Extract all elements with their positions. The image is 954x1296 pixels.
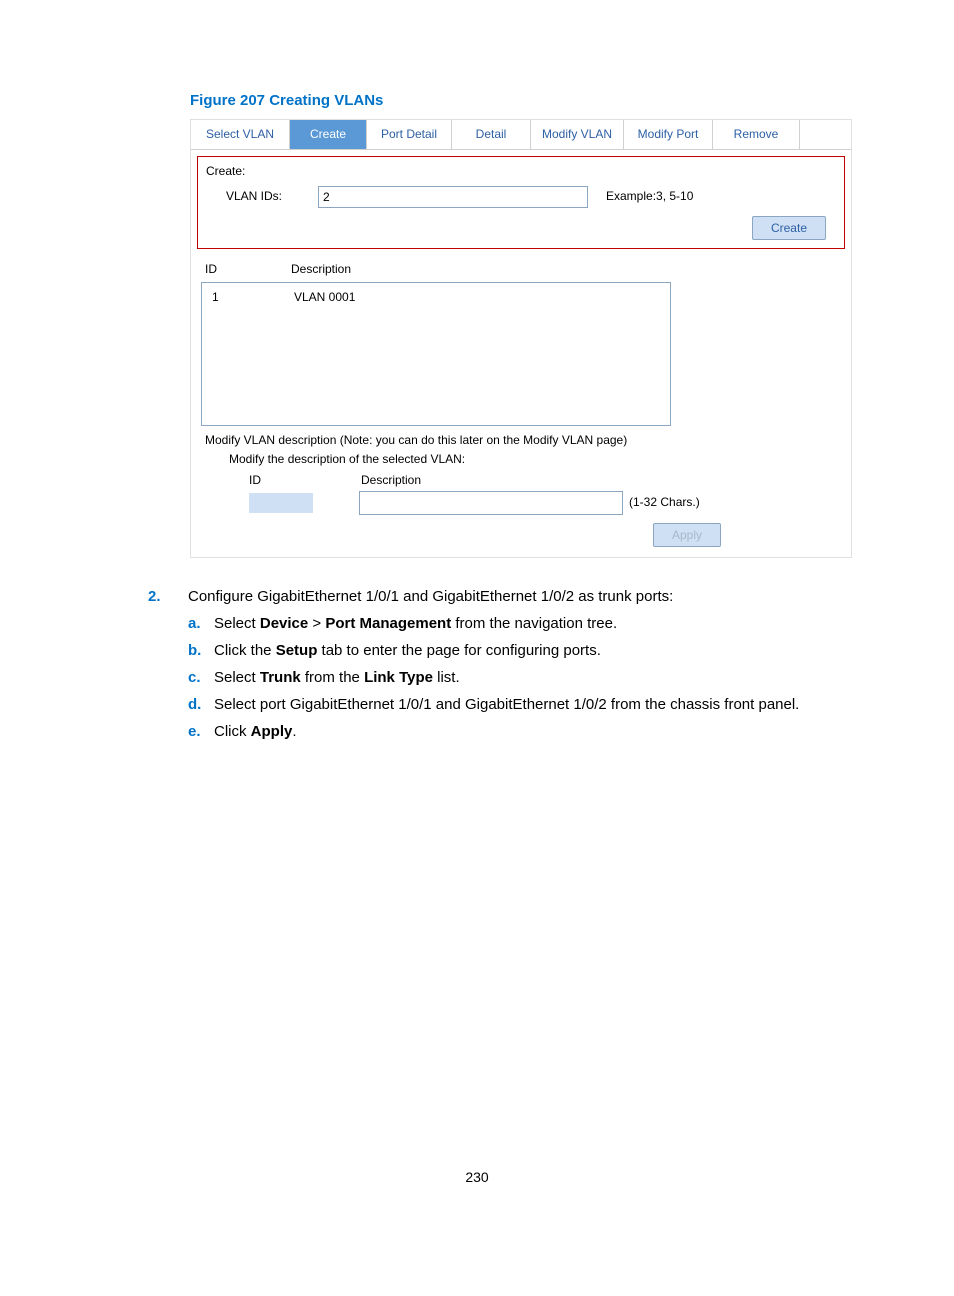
- substep-c-label: c.: [188, 667, 214, 688]
- substep-d-text: Select port GigabitEthernet 1/0/1 and Gi…: [214, 694, 799, 715]
- modify-col-id: ID: [249, 472, 361, 489]
- vlan-row-id: 1: [212, 289, 294, 306]
- step-text: Configure GigabitEthernet 1/0/1 and Giga…: [188, 588, 673, 605]
- tab-select-vlan[interactable]: Select VLAN: [191, 120, 289, 149]
- substep-b-text: Click the Setup tab to enter the page fo…: [214, 640, 601, 661]
- tab-create[interactable]: Create: [289, 120, 366, 149]
- col-id: ID: [205, 261, 291, 278]
- create-box: Create: VLAN IDs: Example:3, 5-10 Create: [197, 156, 845, 250]
- vlan-row-desc: VLAN 0001: [294, 289, 355, 306]
- substep-a-text: Select Device > Port Management from the…: [214, 613, 617, 634]
- tab-modify-port[interactable]: Modify Port: [623, 120, 712, 149]
- substep-e-text: Click Apply.: [214, 721, 297, 742]
- screenshot-panel: Select VLAN Create Port Detail Detail Mo…: [190, 119, 852, 558]
- vlan-ids-label: VLAN IDs:: [226, 188, 306, 205]
- step-number: 2.: [148, 586, 188, 748]
- tab-remove[interactable]: Remove: [712, 120, 799, 149]
- vlan-row[interactable]: 1 VLAN 0001: [212, 289, 660, 306]
- col-description: Description: [291, 261, 837, 278]
- substep-d-label: d.: [188, 694, 214, 715]
- modify-desc-input[interactable]: [359, 491, 623, 515]
- create-button[interactable]: Create: [752, 216, 826, 241]
- tab-modify-vlan[interactable]: Modify VLAN: [530, 120, 623, 149]
- figure-caption: Figure 207 Creating VLANs: [190, 90, 894, 111]
- substep-c-text: Select Trunk from the Link Type list.: [214, 667, 460, 688]
- modify-note: Modify VLAN description (Note: you can d…: [205, 432, 851, 449]
- vlan-ids-hint: Example:3, 5-10: [606, 188, 693, 205]
- modify-note2: Modify the description of the selected V…: [229, 451, 851, 468]
- modify-char-hint: (1-32 Chars.): [629, 494, 700, 511]
- tab-port-detail[interactable]: Port Detail: [366, 120, 451, 149]
- tab-bar: Select VLAN Create Port Detail Detail Mo…: [191, 120, 851, 150]
- page-number: 230: [60, 1168, 894, 1188]
- modify-col-desc: Description: [361, 472, 421, 489]
- substep-b-label: b.: [188, 640, 214, 661]
- apply-button[interactable]: Apply: [653, 523, 721, 548]
- vlan-list-header: ID Description: [191, 253, 851, 280]
- vlan-ids-input[interactable]: [318, 186, 588, 208]
- tab-detail[interactable]: Detail: [451, 120, 530, 149]
- create-title: Create:: [206, 163, 836, 180]
- modify-header: ID Description: [249, 472, 851, 489]
- substep-e-label: e.: [188, 721, 214, 742]
- vlan-list[interactable]: 1 VLAN 0001: [201, 282, 671, 426]
- modify-id-field[interactable]: [249, 493, 313, 513]
- substep-a-label: a.: [188, 613, 214, 634]
